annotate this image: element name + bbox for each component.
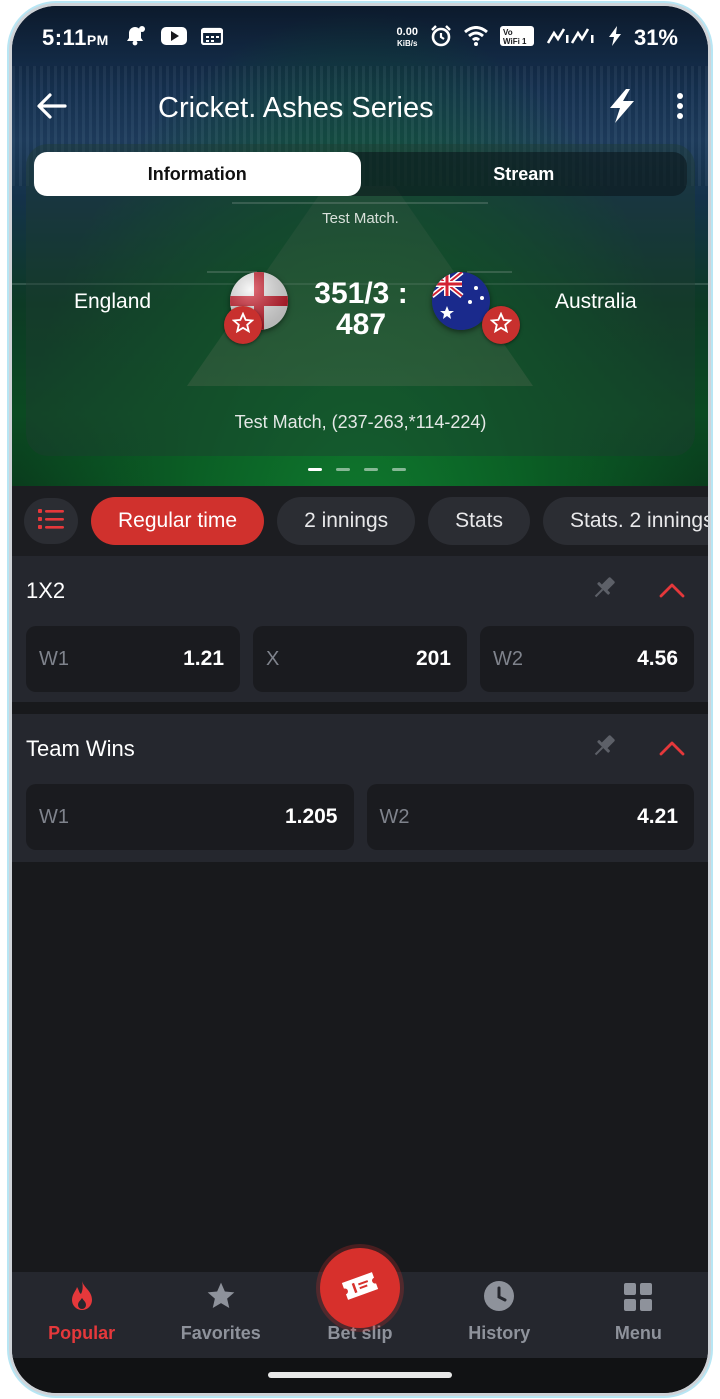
gesture-bar <box>12 1358 708 1393</box>
odd-label: X <box>266 647 280 670</box>
charging-icon <box>608 25 622 51</box>
home-indicator[interactable] <box>268 1372 452 1378</box>
odd-label: W1 <box>39 647 69 670</box>
net-speed: 0.00 KiB/s <box>396 26 418 49</box>
odd-value: 4.56 <box>637 647 678 670</box>
odd-cell[interactable]: W2 4.21 <box>366 784 694 850</box>
nav-label: Favorites <box>180 1323 261 1343</box>
nav-favorites[interactable]: Favorites <box>151 1272 290 1358</box>
odd-label: W2 <box>379 805 410 828</box>
youtube-icon <box>160 26 187 50</box>
wifi-icon <box>464 25 488 51</box>
back-arrow-icon <box>37 92 67 124</box>
nav-menu[interactable]: Menu <box>569 1272 708 1358</box>
tab-information[interactable]: Information <box>34 152 361 196</box>
bet-slip-button[interactable] <box>320 1248 400 1328</box>
chevron-up-icon <box>659 578 685 604</box>
odd-value: 4.21 <box>637 805 678 828</box>
team-away-name: Australia <box>555 290 637 313</box>
phone-screen: 5:11PM 0.00 KiB/s Vo WiFi 1 31% Cricket.… <box>12 6 708 1393</box>
match-score: 351/3 : 487 <box>314 277 408 341</box>
app-bar: Cricket. Ashes Series <box>12 78 708 138</box>
status-time: 5:11PM <box>42 25 109 50</box>
calendar-icon <box>200 27 223 50</box>
clock-icon <box>483 1280 515 1317</box>
market-filter-bar: Regular time 2 innings Stats Stats. 2 in… <box>12 486 708 556</box>
list-icon <box>38 508 64 535</box>
markets-list: 1X2 W1 1.21 X 201 W2 4.56 Team Wins W1 1… <box>12 556 708 1276</box>
match-type: Test Match. <box>322 210 399 227</box>
page-title: Cricket. Ashes Series <box>158 91 434 124</box>
back-button[interactable] <box>12 78 92 138</box>
chip-stats[interactable]: Stats <box>428 497 530 545</box>
odd-cell[interactable]: W1 1.205 <box>26 784 354 850</box>
vowifi-icon: Vo WiFi 1 <box>499 25 534 52</box>
star-icon <box>204 1280 238 1317</box>
match-tabs: Information Stream <box>34 152 687 196</box>
odd-value: 201 <box>415 647 451 670</box>
favorite-home-button[interactable] <box>224 306 262 344</box>
more-options-button[interactable] <box>652 78 708 138</box>
pin-button[interactable] <box>584 571 624 611</box>
svg-text:WiFi 1: WiFi 1 <box>503 37 527 46</box>
page-dot[interactable] <box>364 468 378 471</box>
chevron-up-icon <box>659 736 685 762</box>
match-header: 5:11PM 0.00 KiB/s Vo WiFi 1 31% Cricket.… <box>12 6 708 486</box>
team-home-name: England <box>74 290 152 313</box>
market-title: Team Wins <box>26 736 135 761</box>
live-button[interactable] <box>592 78 652 138</box>
odd-cell[interactable]: W1 1.21 <box>26 626 240 692</box>
more-vertical-icon <box>676 92 684 124</box>
battery-level: 31% <box>633 25 678 50</box>
collapse-button[interactable] <box>652 729 692 769</box>
nav-label: History <box>468 1323 531 1343</box>
chip-stats-2-innings[interactable]: Stats. 2 innings <box>542 497 708 545</box>
pin-icon <box>590 732 618 766</box>
page-dot[interactable] <box>308 468 322 471</box>
notification-bell-icon <box>123 25 147 52</box>
pin-button[interactable] <box>584 729 624 769</box>
odd-value: 1.205 <box>284 805 338 828</box>
odd-cell[interactable]: X 201 <box>253 626 467 692</box>
star-outline-icon <box>489 311 513 339</box>
match-summary: Test Match, (237-263,*114-224) <box>234 412 487 432</box>
star-outline-icon <box>231 311 255 339</box>
ticket-icon <box>340 1271 380 1306</box>
odd-label: W1 <box>39 805 69 828</box>
favorite-away-button[interactable] <box>482 306 520 344</box>
chip-2-innings[interactable]: 2 innings <box>277 497 416 545</box>
alarm-icon <box>430 24 452 52</box>
page-indicator <box>308 468 406 471</box>
collapse-button[interactable] <box>652 571 692 611</box>
tab-stream[interactable]: Stream <box>361 152 688 196</box>
grid-icon <box>623 1282 653 1317</box>
market-team-wins: Team Wins W1 1.205 W2 4.21 <box>12 714 708 862</box>
odd-cell[interactable]: W2 4.56 <box>480 626 694 692</box>
chip-regular-time[interactable]: Regular time <box>91 497 265 545</box>
odd-value: 1.21 <box>183 647 224 670</box>
page-dot[interactable] <box>336 468 350 471</box>
pin-icon <box>590 574 618 608</box>
svg-text:Vo: Vo <box>503 28 513 37</box>
status-bar: 5:11PM 0.00 KiB/s Vo WiFi 1 31% <box>12 6 708 70</box>
page-dot[interactable] <box>392 468 406 471</box>
nav-label: Menu <box>614 1323 662 1343</box>
nav-history[interactable]: History <box>430 1272 569 1358</box>
match-card: Information Stream Test Match. England 3… <box>26 144 695 456</box>
signal-icon <box>546 27 596 50</box>
market-title: 1X2 <box>26 578 66 603</box>
lightning-icon <box>608 88 636 128</box>
odd-label: W2 <box>493 647 523 670</box>
nav-label: Popular <box>48 1323 116 1343</box>
flame-icon <box>67 1280 97 1317</box>
market-1x2: 1X2 W1 1.21 X 201 W2 4.56 <box>12 556 708 702</box>
nav-popular[interactable]: Popular <box>12 1272 151 1358</box>
market-list-button[interactable] <box>24 498 78 544</box>
